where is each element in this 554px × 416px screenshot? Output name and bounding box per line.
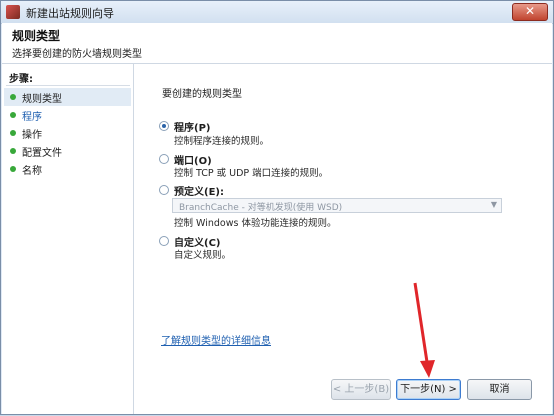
page-title: 规则类型	[12, 29, 61, 43]
rule-type-prompt: 要创建的规则类型	[162, 89, 242, 100]
custom-option-desc: 自定义规则。	[174, 250, 232, 261]
wizard-header: 规则类型 选择要创建的防火墙规则类型	[2, 23, 552, 64]
step-label[interactable]: 程序	[22, 108, 42, 123]
step-label: 操作	[22, 130, 42, 141]
step-bullet-icon	[10, 148, 16, 154]
step-bullet-icon	[10, 130, 16, 136]
cancel-button[interactable]: 取消	[467, 379, 532, 400]
next-button[interactable]: 下一步(N) >	[396, 379, 461, 400]
program-option-label[interactable]: 程序(P)	[174, 119, 210, 134]
port-option-desc: 控制 TCP 或 UDP 端口连接的规则。	[174, 168, 329, 179]
predefined-option-label[interactable]: 预定义(E):	[174, 183, 224, 198]
rule-types-help-link[interactable]: 了解规则类型的详细信息	[161, 332, 271, 347]
chevron-down-icon: ▼	[490, 200, 497, 209]
step-name: 名称	[4, 160, 131, 178]
program-option-desc: 控制程序连接的规则。	[174, 136, 270, 147]
custom-radio[interactable]	[159, 236, 169, 246]
program-radio[interactable]	[159, 121, 169, 131]
step-action: 操作	[4, 124, 131, 142]
step-profile: 配置文件	[4, 142, 131, 160]
back-button[interactable]: < 上一步(B)	[331, 379, 391, 400]
predefined-dropdown[interactable]: BranchCache - 对等机发现(使用 WSD) ▼	[172, 198, 502, 213]
firewall-app-icon	[6, 5, 20, 19]
wizard-window: 新建出站规则向导 ✕ 规则类型 选择要创建的防火墙规则类型 步骤: 规则类型 程…	[0, 0, 554, 415]
steps-divider	[6, 85, 130, 86]
predefined-option-desc: 控制 Windows 体验功能连接的规则。	[174, 218, 337, 229]
predefined-radio[interactable]	[159, 185, 169, 195]
port-radio[interactable]	[159, 154, 169, 164]
window-title: 新建出站规则向导	[26, 7, 114, 20]
main-content: 要创建的规则类型 程序(P) 控制程序连接的规则。 端口(O) 控制 TCP 或…	[134, 64, 552, 374]
steps-sidebar: 步骤: 规则类型 程序 操作 配置文件 名称	[2, 64, 134, 414]
step-bullet-icon	[10, 112, 16, 118]
step-bullet-icon	[10, 166, 16, 172]
page-subtitle: 选择要创建的防火墙规则类型	[12, 49, 142, 60]
step-label: 名称	[22, 166, 42, 177]
step-program[interactable]: 程序	[4, 106, 131, 124]
step-bullet-icon	[10, 94, 16, 100]
step-label: 规则类型	[22, 94, 62, 105]
step-label: 配置文件	[22, 148, 62, 159]
steps-heading: 步骤:	[9, 74, 33, 85]
close-button[interactable]: ✕	[512, 3, 548, 21]
dropdown-value: BranchCache - 对等机发现(使用 WSD)	[179, 203, 343, 213]
step-rule-type: 规则类型	[4, 88, 131, 106]
wizard-footer: < 上一步(B) 下一步(N) > 取消	[134, 374, 552, 414]
title-bar: 新建出站规则向导 ✕	[1, 1, 553, 24]
